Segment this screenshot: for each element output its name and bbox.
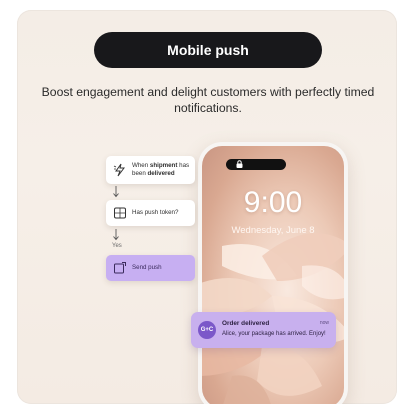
branch-yes-label: Yes: [112, 243, 122, 249]
dynamic-island: [226, 159, 286, 170]
push-icon: [114, 262, 126, 274]
notification-time: now: [319, 320, 329, 326]
workflow-trigger-card[interactable]: When shipment has been delivered: [106, 156, 195, 184]
notification-title: Order delivered: [222, 320, 270, 327]
phone-mockup: 9:00 Wednesday, June 8: [198, 142, 348, 404]
lock-screen-time: 9:00: [243, 186, 303, 219]
workflow-condition-card[interactable]: Has push token?: [106, 200, 195, 226]
feature-card: Mobile push Boost engagement and delight…: [17, 10, 397, 404]
notification-body: Alice, your package has arrived. Enjoy!: [222, 331, 326, 337]
workflow-condition-label: Has push token?: [132, 209, 179, 216]
lightning-icon: [113, 163, 125, 177]
branch-icon: [114, 207, 126, 219]
feature-title-pill: Mobile push: [94, 32, 322, 68]
workflow-action-label: Send push: [132, 264, 162, 271]
feature-title: Mobile push: [167, 42, 249, 58]
arrow-down-icon: [113, 229, 119, 241]
flower-background: [202, 233, 344, 404]
feature-subtitle: Boost engagement and delight customers w…: [41, 85, 375, 115]
workflow-action-card[interactable]: Send push: [106, 255, 195, 281]
push-notification[interactable]: G+C Order delivered now Alice, your pack…: [191, 312, 336, 348]
lock-screen-date: Wednesday, June 8: [231, 225, 315, 236]
lock-icon: [236, 160, 243, 168]
phone-screen: 9:00 Wednesday, June 8: [202, 146, 344, 404]
workflow-trigger-label: When shipment has been delivered: [132, 162, 190, 177]
app-avatar: G+C: [198, 321, 216, 339]
arrow-down-icon: [113, 186, 119, 198]
